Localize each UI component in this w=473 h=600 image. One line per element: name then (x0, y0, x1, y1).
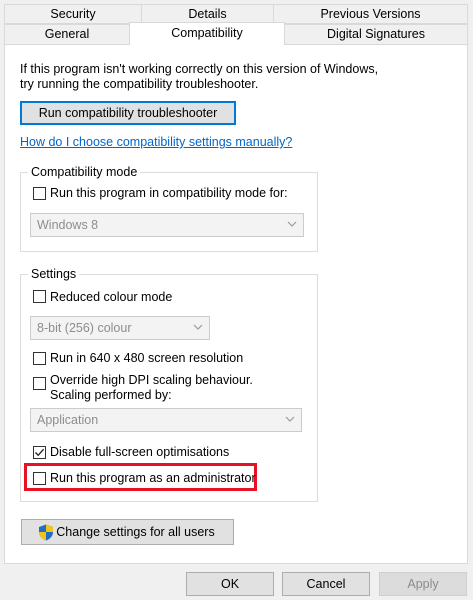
dpi-scaling-select[interactable]: Application (30, 408, 302, 432)
tab-previous-versions[interactable]: Previous Versions (273, 4, 468, 24)
dpi-override-label-line1: Override high DPI scaling behaviour. (50, 373, 253, 387)
tab-general[interactable]: General (4, 24, 130, 45)
run-troubleshooter-button[interactable]: Run compatibility troubleshooter (20, 101, 236, 125)
help-link[interactable]: How do I choose compatibility settings m… (20, 135, 292, 149)
colour-mode-select-value: 8-bit (256) colour (37, 321, 132, 335)
chevron-down-icon (285, 416, 295, 422)
compat-mode-select[interactable]: Windows 8 (30, 213, 304, 237)
intro-text-line2: try running the compatibility troublesho… (20, 77, 259, 91)
change-settings-all-users-button[interactable]: Change settings for all users (21, 519, 234, 545)
tab-digital-signatures[interactable]: Digital Signatures (284, 24, 468, 45)
fullscreen-opt-label: Disable full-screen optimisations (50, 445, 230, 459)
compatibility-mode-title: Compatibility mode (28, 165, 141, 179)
chevron-down-icon (193, 324, 203, 330)
intro-text-line1: If this program isn't working correctly … (20, 62, 379, 76)
compatibility-mode-group (20, 172, 318, 252)
fullscreen-opt-checkbox[interactable] (33, 446, 46, 459)
res640-checkbox[interactable] (33, 352, 46, 365)
chevron-down-icon (287, 221, 297, 227)
run-as-admin-label: Run this program as an administrator (50, 471, 256, 485)
apply-button: Apply (379, 572, 467, 596)
compatibility-panel: If this program isn't working correctly … (4, 44, 468, 564)
dpi-scaling-select-value: Application (37, 413, 99, 427)
reduced-colour-label: Reduced colour mode (50, 290, 173, 304)
compat-mode-checkbox[interactable] (33, 187, 46, 200)
tab-security[interactable]: Security (4, 4, 142, 24)
tab-details[interactable]: Details (141, 4, 274, 24)
colour-mode-select[interactable]: 8-bit (256) colour (30, 316, 210, 340)
dpi-override-checkbox[interactable] (33, 377, 46, 390)
shield-icon (39, 524, 53, 541)
checkmark-icon (35, 448, 45, 457)
compat-mode-select-value: Windows 8 (37, 218, 99, 232)
ok-button[interactable]: OK (186, 572, 274, 596)
res640-label: Run in 640 x 480 screen resolution (50, 351, 244, 365)
dpi-override-label-line2: Scaling performed by: (50, 388, 172, 402)
reduced-colour-checkbox[interactable] (33, 290, 46, 303)
cancel-button[interactable]: Cancel (282, 572, 370, 596)
compat-mode-label: Run this program in compatibility mode f… (50, 186, 288, 200)
run-as-admin-checkbox[interactable] (33, 472, 46, 485)
tab-compatibility[interactable]: Compatibility (129, 22, 285, 45)
settings-title: Settings (28, 267, 80, 281)
change-settings-label: Change settings for all users (56, 525, 215, 539)
